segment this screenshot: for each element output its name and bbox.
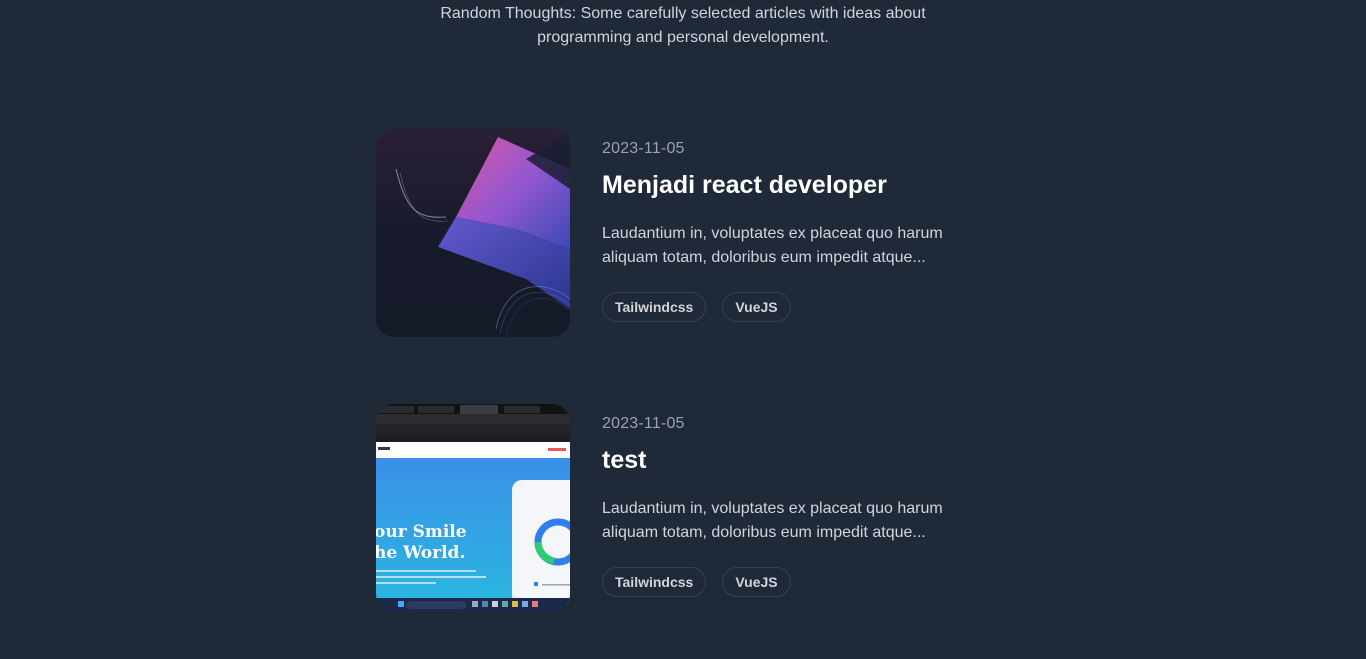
tag-vuejs[interactable]: VueJS <box>722 567 791 597</box>
article-title[interactable]: Menjadi react developer <box>602 169 1002 201</box>
article-title[interactable]: test <box>602 444 1002 476</box>
tag-list: Tailwindcss VueJS <box>602 292 1002 322</box>
excerpt-line-1: Laudantium in, voluptates ex placeat quo… <box>602 225 943 242</box>
article-card: our Smile he World. 2023-11-05 test Laud… <box>376 404 1016 614</box>
tag-vuejs[interactable]: VueJS <box>722 292 791 322</box>
intro-line-2: programming and personal development. <box>537 29 829 46</box>
intro-line-1: Random Thoughts: Some carefully selected… <box>440 5 926 22</box>
article-excerpt: Laudantium in, voluptates ex placeat quo… <box>602 497 1002 545</box>
tag-tailwindcss[interactable]: Tailwindcss <box>602 292 707 322</box>
intro-text: Random Thoughts: Some carefully selected… <box>0 2 1366 50</box>
article-content: 2023-11-05 test Laudantium in, voluptate… <box>602 404 1002 597</box>
tag-tailwindcss[interactable]: Tailwindcss <box>602 567 707 597</box>
blog-page: Random Thoughts: Some carefully selected… <box>0 0 1366 659</box>
thumbnail-headline-1: our Smile <box>376 522 467 542</box>
article-content: 2023-11-05 Menjadi react developer Lauda… <box>602 129 1002 322</box>
article-card: 2023-11-05 Menjadi react developer Lauda… <box>376 129 1016 339</box>
article-thumbnail[interactable] <box>376 129 570 337</box>
article-excerpt: Laudantium in, voluptates ex placeat quo… <box>602 222 1002 270</box>
excerpt-line-2: aliquam totam, doloribus eum impedit atq… <box>602 249 926 266</box>
thumbnail-headline-2: he World. <box>376 543 465 563</box>
article-date: 2023-11-05 <box>602 140 685 157</box>
excerpt-line-1: Laudantium in, voluptates ex placeat quo… <box>602 500 943 517</box>
excerpt-line-2: aliquam totam, doloribus eum impedit atq… <box>602 524 926 541</box>
article-thumbnail[interactable]: our Smile he World. <box>376 404 570 612</box>
article-date: 2023-11-05 <box>602 415 685 432</box>
tag-list: Tailwindcss VueJS <box>602 567 1002 597</box>
